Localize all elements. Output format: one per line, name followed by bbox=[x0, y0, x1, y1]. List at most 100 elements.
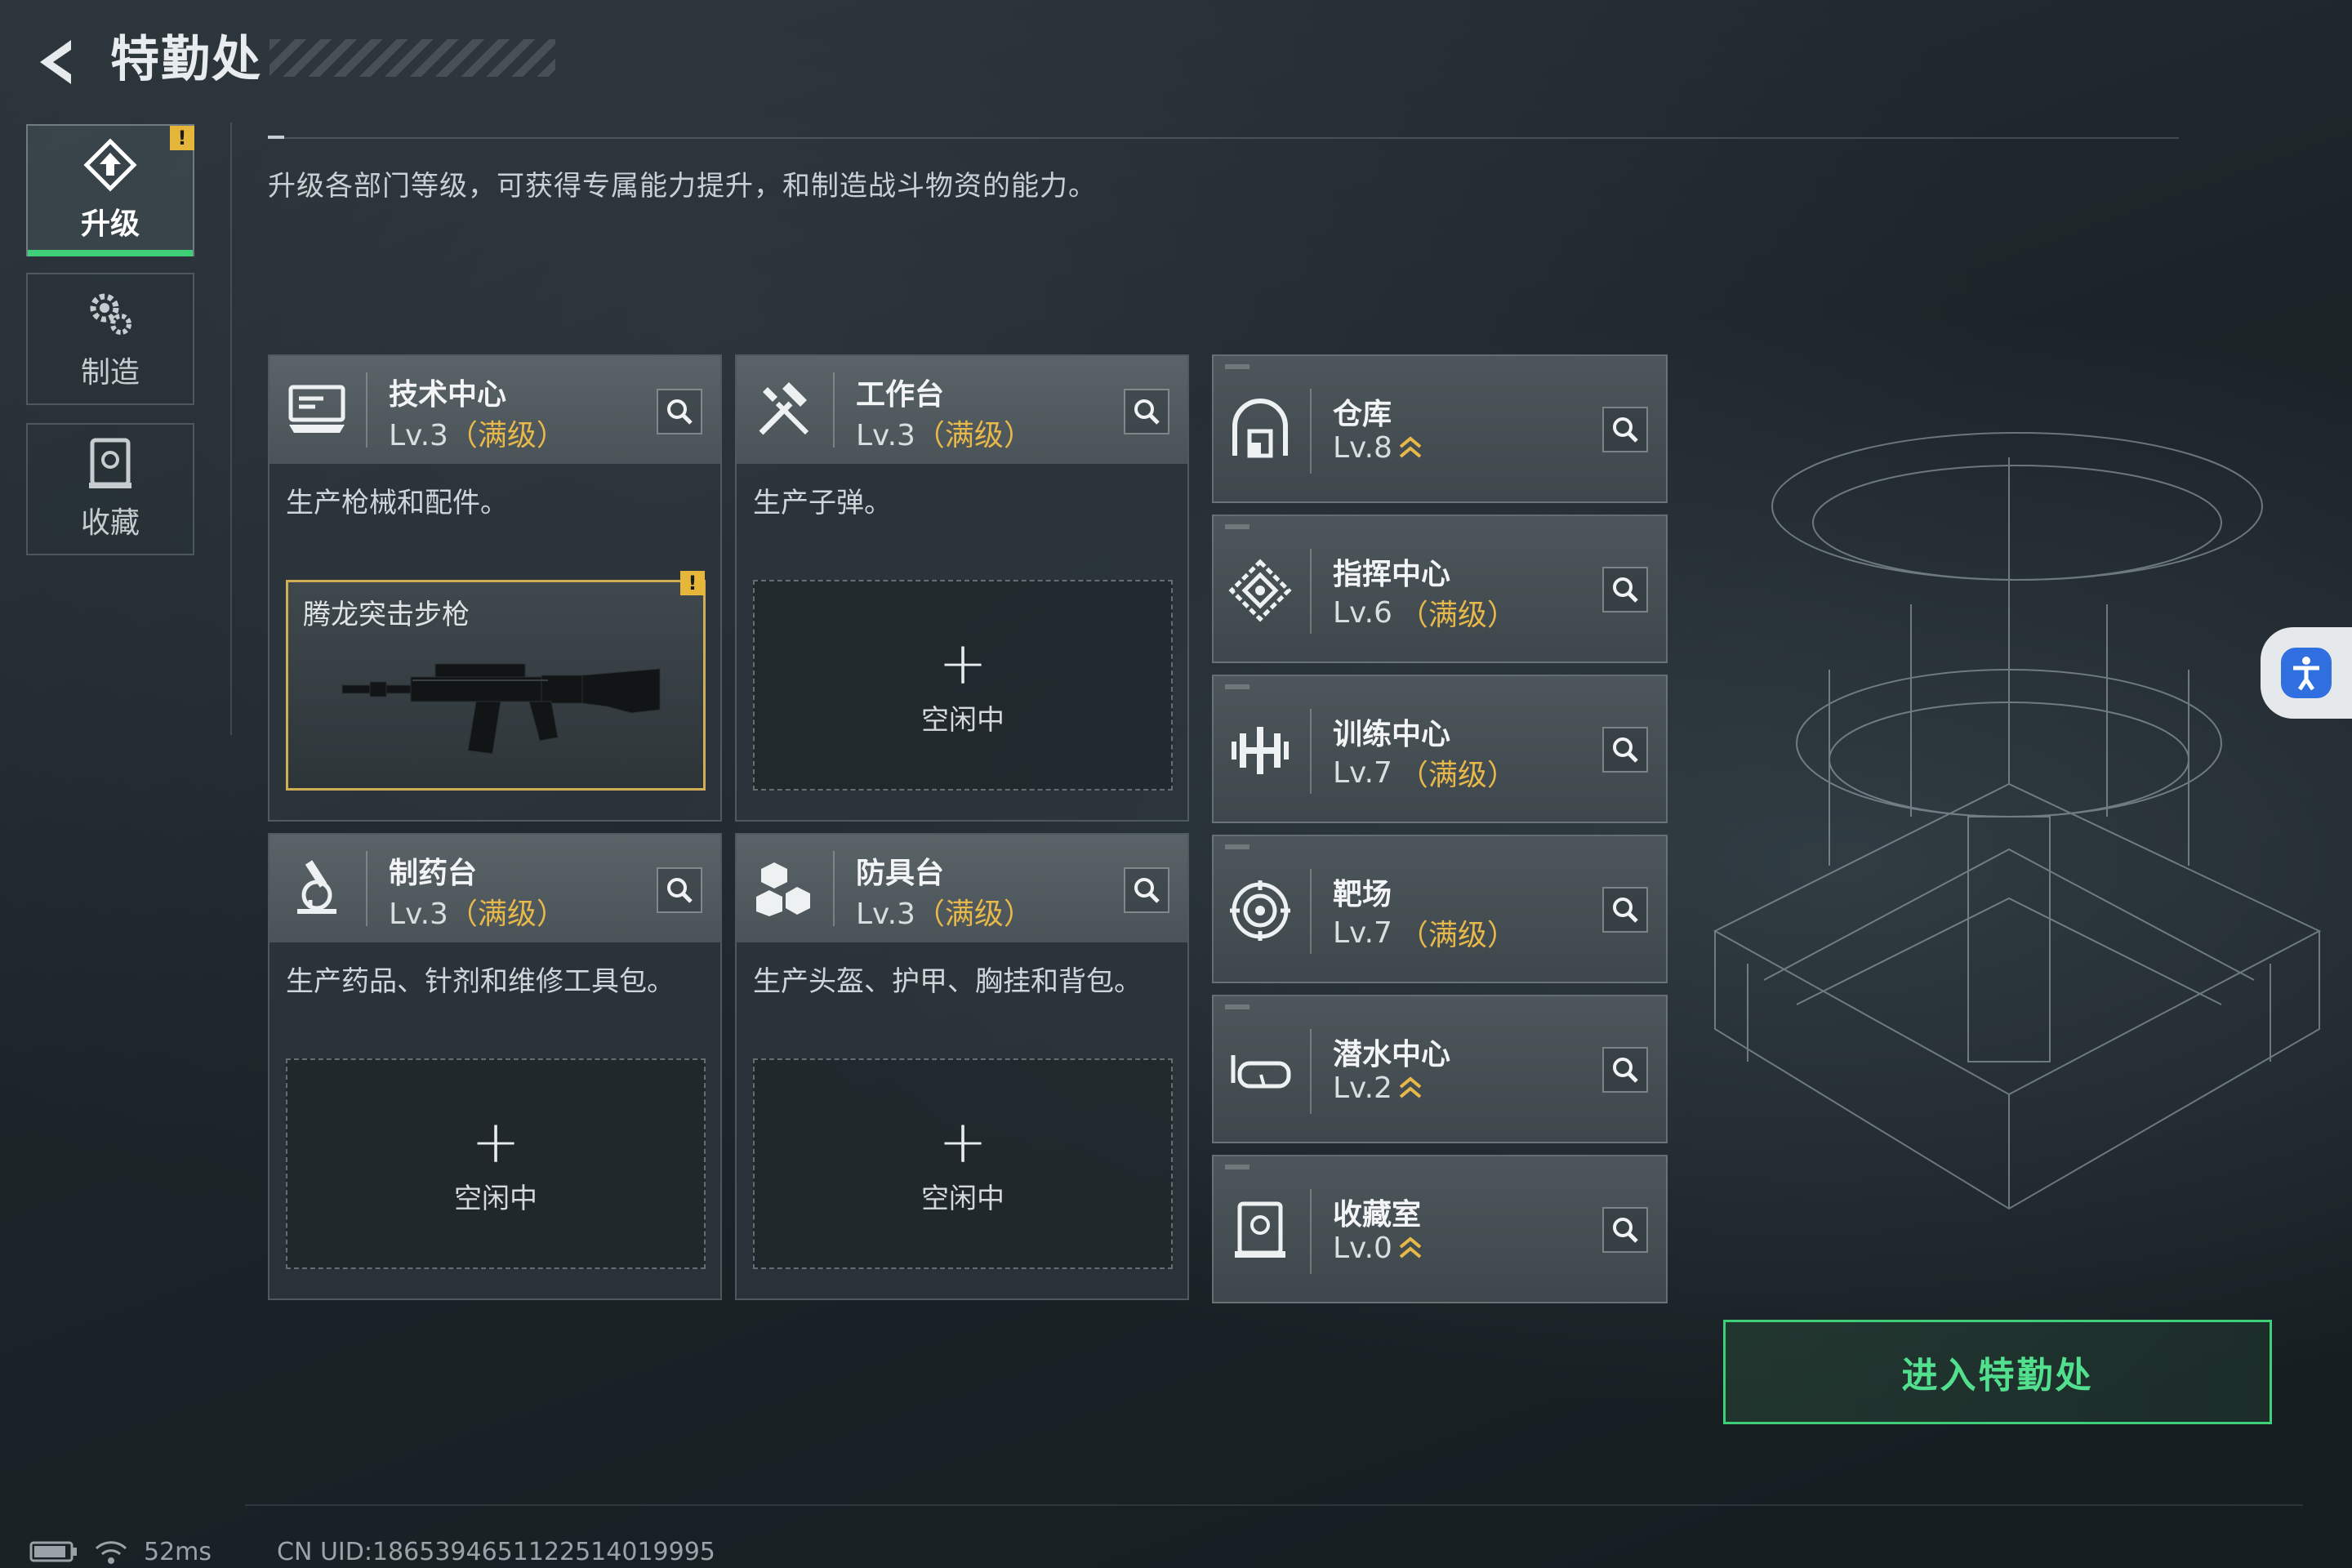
gear-icon bbox=[90, 293, 131, 335]
facility-card-diving-center[interactable]: 潜水中心 Lv.2 bbox=[1212, 995, 1668, 1143]
back-button[interactable] bbox=[24, 29, 90, 95]
facility-name: 工作台 bbox=[856, 378, 945, 412]
add-icon: + bbox=[938, 1107, 988, 1176]
enter-button-label: 进入特勤处 bbox=[1901, 1355, 2094, 1396]
inspect-button[interactable] bbox=[1602, 407, 1648, 452]
search-icon bbox=[1134, 878, 1160, 903]
display-case-icon bbox=[1235, 1201, 1285, 1258]
accessibility-icon bbox=[2293, 657, 2319, 691]
idle-label: 空闲中 bbox=[454, 1182, 537, 1215]
sidebar-tab-upgrade[interactable]: 升级 ! bbox=[26, 124, 194, 256]
facility-name: 仓库 bbox=[1333, 398, 1392, 431]
back-arrow-icon bbox=[40, 40, 71, 84]
facility-description: 生产子弹。 bbox=[753, 487, 892, 519]
inspect-button[interactable] bbox=[1124, 389, 1169, 434]
divider bbox=[268, 137, 2179, 139]
inspect-button[interactable] bbox=[1124, 867, 1169, 913]
microscope-icon bbox=[297, 860, 336, 914]
card-tick bbox=[1225, 1165, 1250, 1169]
facility-name: 技术中心 bbox=[389, 378, 507, 412]
header-separator bbox=[1310, 869, 1312, 954]
header-separator bbox=[366, 851, 368, 926]
inspect-button[interactable] bbox=[1602, 1047, 1648, 1093]
sidebar-tab-label: 升级 bbox=[80, 207, 140, 241]
card-tick bbox=[1225, 844, 1250, 849]
card-tick bbox=[1225, 684, 1250, 689]
inspect-button[interactable] bbox=[1602, 887, 1648, 933]
accessibility-button[interactable] bbox=[2261, 627, 2352, 719]
item-name: 腾龙突击步枪 bbox=[303, 599, 470, 631]
facility-description: 生产药品、针剂和维修工具包。 bbox=[286, 965, 675, 998]
search-icon bbox=[1613, 898, 1638, 923]
production-card-tech-center[interactable]: 技术中心 Lv.3（满级） 生产枪械和配件。 腾龙突击步枪 ! bbox=[268, 354, 722, 822]
facility-card-collection-room[interactable]: 收藏室 Lv.0 bbox=[1212, 1155, 1668, 1303]
max-level-tag: （满级） bbox=[448, 419, 566, 452]
bottom-divider bbox=[245, 1504, 2303, 1506]
inspect-button[interactable] bbox=[1602, 567, 1648, 612]
facility-card-shooting-range[interactable]: 靶场 Lv.7 （满级） bbox=[1212, 835, 1668, 983]
facility-card-training-center[interactable]: 训练中心 Lv.7 （满级） bbox=[1212, 675, 1668, 823]
inspect-button[interactable] bbox=[657, 389, 702, 434]
production-card-armor-bench[interactable]: 防具台 Lv.3（满级） 生产头盔、护甲、胸挂和背包。 + 空闲中 bbox=[735, 833, 1189, 1300]
facility-level: Lv.3（满级） bbox=[856, 890, 1033, 933]
armor-icon bbox=[756, 862, 810, 916]
facility-description: 生产头盔、护甲、胸挂和背包。 bbox=[753, 965, 1142, 998]
dumbbell-icon bbox=[1232, 727, 1289, 774]
search-icon bbox=[667, 878, 693, 903]
search-icon bbox=[1613, 737, 1638, 763]
idle-label: 空闲中 bbox=[921, 1182, 1004, 1215]
max-level-tag: （满级） bbox=[1398, 759, 1517, 792]
idle-label: 空闲中 bbox=[921, 703, 1004, 737]
upgrade-available-icon bbox=[1399, 1236, 1422, 1258]
production-card-pharmacy[interactable]: 制药台 Lv.3（满级） 生产药品、针剂和维修工具包。 + 空闲中 bbox=[268, 833, 722, 1300]
card-header: 工作台 Lv.3（满级） bbox=[737, 356, 1187, 464]
facility-card-warehouse[interactable]: 仓库 Lv.8 bbox=[1212, 354, 1668, 503]
rifle-image bbox=[341, 663, 661, 755]
production-slot-idle[interactable]: + 空闲中 bbox=[753, 580, 1173, 791]
search-icon bbox=[667, 399, 693, 425]
facility-name: 训练中心 bbox=[1333, 718, 1451, 751]
search-icon bbox=[1613, 577, 1638, 603]
title-decoration bbox=[270, 39, 555, 77]
upgrade-icon bbox=[83, 138, 137, 192]
page-title: 特勤处 bbox=[110, 31, 262, 88]
inspect-button[interactable] bbox=[1602, 727, 1648, 773]
battery-icon bbox=[29, 1541, 77, 1562]
header-separator bbox=[1310, 1029, 1312, 1114]
max-level-tag: （满级） bbox=[1398, 919, 1517, 952]
production-slot-idle[interactable]: + 空闲中 bbox=[753, 1058, 1173, 1269]
facility-name: 防具台 bbox=[856, 857, 945, 890]
level-value: Lv.6 bbox=[1333, 595, 1392, 630]
inspect-button[interactable] bbox=[657, 867, 702, 913]
production-card-workbench[interactable]: 工作台 Lv.3（满级） 生产子弹。 + 空闲中 bbox=[735, 354, 1189, 822]
sidebar-tab-craft[interactable]: 制造 bbox=[26, 273, 194, 405]
enter-special-ops-button[interactable]: 进入特勤处 bbox=[1723, 1320, 2272, 1424]
search-icon bbox=[1613, 1058, 1638, 1083]
sidebar-tab-collection[interactable]: 收藏 bbox=[26, 423, 194, 555]
card-header: 制药台 Lv.3（满级） bbox=[270, 835, 720, 942]
max-level-tag: （满级） bbox=[915, 419, 1033, 452]
command-icon bbox=[1228, 559, 1292, 622]
inspect-button[interactable] bbox=[1602, 1207, 1648, 1253]
facility-level: Lv.8 bbox=[1333, 431, 1422, 465]
level-value: Lv.3 bbox=[856, 419, 915, 452]
accessibility-icon-bg bbox=[2281, 648, 2332, 698]
alert-badge: ! bbox=[680, 571, 705, 595]
status-bar: 52ms CN UID:1865394651122514019995 bbox=[29, 1535, 715, 1568]
facility-card-command-center[interactable]: 指挥中心 Lv.6 （满级） bbox=[1212, 514, 1668, 663]
level-value: Lv.3 bbox=[856, 898, 915, 931]
facility-level: Lv.7 （满级） bbox=[1333, 751, 1517, 794]
card-tick bbox=[1225, 364, 1250, 369]
sidebar-tab-label: 制造 bbox=[80, 356, 140, 390]
facility-level: Lv.7 （满级） bbox=[1333, 911, 1517, 954]
upgrade-available-icon bbox=[1399, 1076, 1422, 1098]
alert-badge: ! bbox=[170, 126, 194, 150]
facility-level: Lv.3（满级） bbox=[856, 412, 1033, 454]
header-separator bbox=[833, 372, 835, 448]
header-separator bbox=[1310, 709, 1312, 794]
tools-icon bbox=[759, 382, 809, 435]
production-slot-idle[interactable]: + 空闲中 bbox=[286, 1058, 706, 1269]
production-slot-active[interactable]: 腾龙突击步枪 ! bbox=[286, 571, 706, 791]
level-value: Lv.3 bbox=[389, 898, 448, 931]
facility-level: Lv.3（满级） bbox=[389, 412, 566, 454]
